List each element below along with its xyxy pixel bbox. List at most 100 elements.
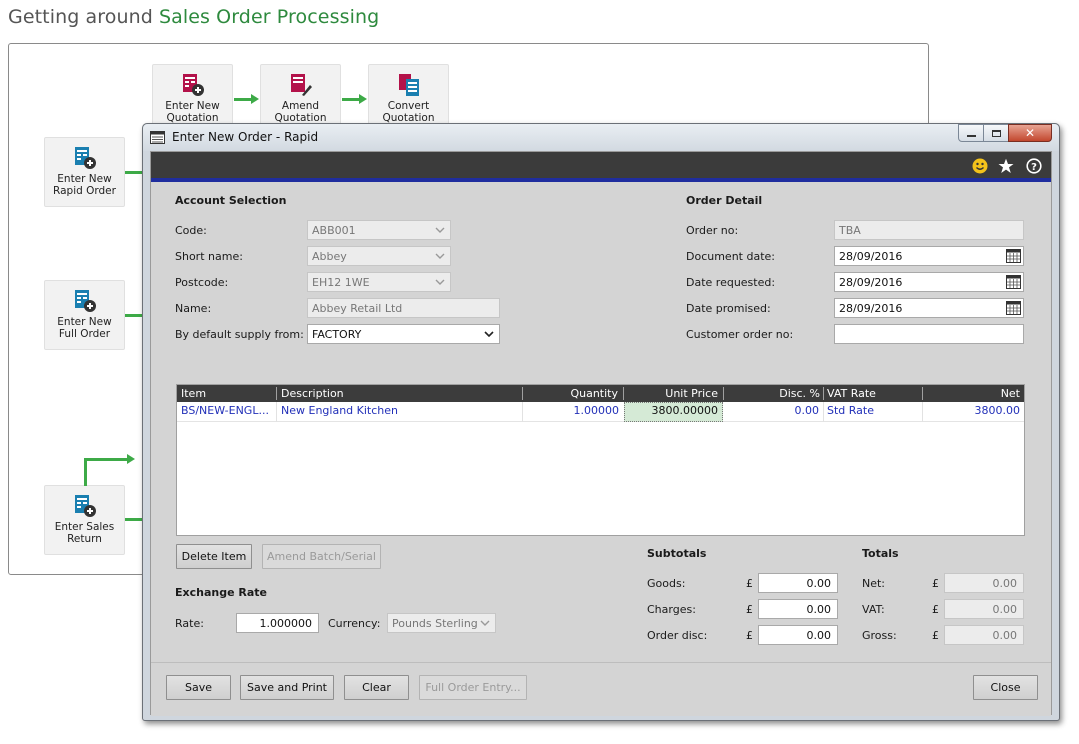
- order-disc-field[interactable]: 0.00: [758, 625, 838, 645]
- column-header-disc[interactable]: Disc. %: [779, 387, 820, 400]
- charges-currency-symbol: £: [746, 603, 753, 616]
- rate-field[interactable]: 1.000000: [236, 613, 319, 633]
- toolbar-accent-stripe: [151, 178, 1051, 182]
- full-order-entry-button[interactable]: Full Order Entry...: [419, 675, 527, 700]
- order-no-field[interactable]: TBA: [834, 220, 1024, 240]
- flow-connector: [125, 171, 143, 174]
- code-value: ABB001: [312, 224, 356, 237]
- help-icon[interactable]: ?: [1026, 158, 1042, 174]
- currency-select[interactable]: Pounds Sterling: [387, 613, 496, 633]
- column-separator: [723, 387, 724, 400]
- calendar-icon[interactable]: [1006, 249, 1021, 263]
- cell-vat-rate[interactable]: Std Rate: [827, 404, 874, 417]
- gross-total-value: 0.00: [992, 629, 1018, 642]
- node-label-line1: Enter New: [165, 100, 220, 112]
- order-disc-label: Order disc:: [647, 629, 708, 642]
- node-enter-new-rapid-order[interactable]: Enter New Rapid Order: [44, 137, 125, 207]
- chevron-down-icon: [479, 325, 499, 343]
- node-enter-new-full-order[interactable]: Enter New Full Order: [44, 280, 125, 350]
- column-separator: [922, 387, 923, 400]
- document-date-field[interactable]: 28/09/2016: [834, 246, 1024, 266]
- cell-quantity[interactable]: 1.00000: [574, 404, 620, 417]
- window-app-icon: [150, 131, 165, 144]
- net-total-value: 0.00: [992, 577, 1018, 590]
- flow-arrow: [84, 454, 135, 464]
- column-header-unit-price[interactable]: Unit Price: [665, 387, 718, 400]
- cell-description[interactable]: New England Kitchen: [281, 404, 398, 417]
- order-no-value: TBA: [839, 224, 861, 237]
- node-label-line1: Enter New: [57, 173, 112, 185]
- column-header-vat-rate[interactable]: VAT Rate: [827, 387, 876, 400]
- sales-order-icon: [74, 290, 96, 312]
- order-disc-currency-symbol: £: [746, 629, 753, 642]
- window-controls: ✕: [958, 124, 1052, 142]
- cell-item[interactable]: BS/NEW-ENGL...: [181, 404, 273, 417]
- column-header-item[interactable]: Item: [181, 387, 206, 400]
- minimize-icon: [966, 135, 976, 137]
- net-currency-symbol: £: [932, 577, 939, 590]
- column-separator: [276, 387, 277, 400]
- cell-net[interactable]: 3800.00: [975, 404, 1021, 417]
- short-name-select[interactable]: Abbey: [307, 246, 451, 266]
- table-row[interactable]: BS/NEW-ENGL... New England Kitchen 1.000…: [177, 402, 1024, 422]
- totals-header: Totals: [862, 547, 899, 560]
- goods-currency-symbol: £: [746, 577, 753, 590]
- minimize-button[interactable]: [958, 124, 984, 142]
- vat-total-field: 0.00: [944, 599, 1024, 619]
- calendar-icon[interactable]: [1006, 301, 1021, 315]
- vat-label: VAT:: [862, 603, 885, 616]
- svg-text:?: ?: [1031, 162, 1037, 173]
- cell-unit-price[interactable]: 3800.00000: [652, 404, 718, 417]
- delete-item-button[interactable]: Delete Item: [176, 544, 252, 569]
- column-header-quantity[interactable]: Quantity: [570, 387, 618, 400]
- supply-from-label: By default supply from:: [175, 328, 304, 341]
- close-window-button[interactable]: ✕: [1008, 124, 1052, 142]
- close-icon: ✕: [1024, 126, 1036, 140]
- date-promised-field[interactable]: 28/09/2016: [834, 298, 1024, 318]
- star-icon[interactable]: [998, 158, 1014, 174]
- supply-from-value: FACTORY: [312, 328, 362, 341]
- column-header-description[interactable]: Description: [281, 387, 344, 400]
- dialog-footer: Save Save and Print Clear Full Order Ent…: [151, 662, 1051, 716]
- column-separator: [522, 387, 523, 400]
- quotation-icon: [182, 74, 204, 96]
- column-divider: [276, 402, 277, 422]
- column-divider: [823, 402, 824, 422]
- calendar-icon[interactable]: [1006, 275, 1021, 289]
- vat-currency-symbol: £: [932, 603, 939, 616]
- short-name-label: Short name:: [175, 250, 243, 263]
- window-titlebar[interactable]: Enter New Order - Rapid ✕: [143, 124, 1059, 151]
- maximize-button[interactable]: [983, 124, 1009, 142]
- supply-from-select[interactable]: FACTORY: [307, 324, 500, 344]
- flow-connector: [125, 518, 143, 521]
- save-button[interactable]: Save: [166, 675, 231, 700]
- subtotals-header: Subtotals: [647, 547, 707, 560]
- node-label-line2: Full Order: [58, 328, 111, 340]
- date-requested-field[interactable]: 28/09/2016: [834, 272, 1024, 292]
- code-select[interactable]: ABB001: [307, 220, 451, 240]
- postcode-select[interactable]: EH12 1WE: [307, 272, 451, 292]
- customer-order-no-field[interactable]: [834, 324, 1024, 344]
- goods-value: 0.00: [806, 577, 832, 590]
- save-and-print-button[interactable]: Save and Print: [240, 675, 334, 700]
- clear-button[interactable]: Clear: [344, 675, 409, 700]
- order-lines-grid[interactable]: Item Description Quantity Unit Price Dis…: [176, 384, 1025, 536]
- close-button[interactable]: Close: [973, 675, 1038, 700]
- flow-arrow: [234, 94, 259, 104]
- node-enter-sales-return[interactable]: Enter Sales Return: [44, 485, 125, 555]
- dialog-toolbar: ?: [151, 152, 1051, 182]
- code-label: Code:: [175, 224, 207, 237]
- charges-field[interactable]: 0.00: [758, 599, 838, 619]
- column-header-net[interactable]: Net: [1001, 387, 1020, 400]
- currency-value: Pounds Sterling: [392, 617, 478, 630]
- currency-label: Currency:: [328, 617, 381, 630]
- name-field[interactable]: Abbey Retail Ltd: [307, 298, 500, 318]
- amend-batch-serial-button[interactable]: Amend Batch/Serial: [262, 544, 381, 569]
- chevron-down-icon: [430, 273, 450, 291]
- goods-field[interactable]: 0.00: [758, 573, 838, 593]
- smiley-icon[interactable]: [972, 158, 988, 174]
- cell-disc[interactable]: 0.00: [795, 404, 820, 417]
- node-label-line1: Enter Sales: [54, 521, 115, 533]
- node-label-line1: Enter New: [57, 316, 112, 328]
- grid-header: Item Description Quantity Unit Price Dis…: [177, 385, 1024, 402]
